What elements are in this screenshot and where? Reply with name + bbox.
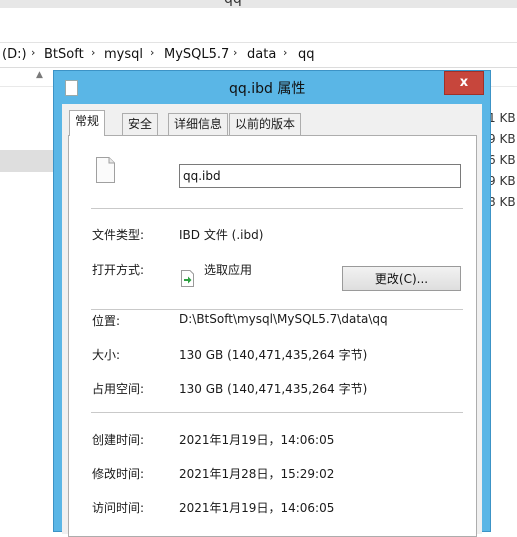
breadcrumb-chevron-icon[interactable]: ›: [31, 46, 35, 59]
file-size-cell: 9 KB: [488, 174, 516, 188]
breadcrumb-data[interactable]: data: [247, 47, 276, 62]
created-label: 创建时间:: [92, 433, 145, 447]
location-label: 位置:: [92, 314, 121, 328]
divider: [91, 412, 463, 413]
file-size-cell: 9 KB: [488, 132, 516, 146]
modified-label: 修改时间:: [92, 467, 145, 481]
close-button[interactable]: x: [444, 71, 484, 95]
file-icon: [96, 157, 115, 183]
file-size-cell: 6 KB: [488, 153, 516, 167]
breadcrumb-mysql57[interactable]: MySQL5.7: [164, 47, 229, 62]
breadcrumb-chevron-icon[interactable]: ›: [150, 46, 154, 59]
size-value: 130 GB (140,471,435,264 字节): [179, 348, 368, 362]
file-size-cell: 1 KB: [488, 111, 516, 125]
accessed-value: 2021年1月19日，14:06:05: [179, 501, 335, 515]
dialog-title: qq.ibd 属性: [229, 81, 306, 97]
open-with-value: 选取应用: [204, 263, 253, 277]
tab-previous-versions[interactable]: 以前的版本: [229, 113, 302, 135]
file-type-label: 文件类型:: [92, 228, 145, 242]
change-button[interactable]: 更改(C)...: [342, 266, 461, 291]
tab-general[interactable]: 常规: [69, 110, 106, 136]
file-size-cell: 8 KB: [488, 195, 516, 209]
document-icon: [65, 80, 78, 96]
breadcrumb-chevron-icon[interactable]: ›: [91, 46, 95, 59]
properties-dialog: qq.ibd 属性 x 常规 安全 详细信息 以前的版本 qq.ibd 文件类型…: [53, 70, 491, 537]
breadcrumb-qq[interactable]: qq: [298, 47, 315, 62]
tab-details[interactable]: 详细信息: [168, 113, 229, 135]
tab-security[interactable]: 安全: [122, 113, 159, 135]
breadcrumb-chevron-icon[interactable]: ›: [233, 46, 237, 59]
general-panel: qq.ibd 文件类型: IBD 文件 (.ibd) 打开方式: 选取应用 更改…: [68, 135, 477, 537]
size-label: 大小:: [92, 348, 121, 362]
explorer-title-bar: qq: [0, 0, 517, 8]
file-type-value: IBD 文件 (.ibd): [179, 228, 264, 242]
breadcrumb-chevron-icon[interactable]: ›: [283, 46, 287, 59]
divider: [91, 208, 463, 209]
file-name-field[interactable]: qq.ibd: [179, 164, 461, 188]
created-value: 2021年1月19日，14:06:05: [179, 433, 335, 447]
breadcrumb-btsoft[interactable]: BtSoft: [44, 47, 84, 62]
app-choose-icon: [181, 270, 194, 287]
modified-value: 2021年1月28日，15:29:02: [179, 467, 335, 481]
size-on-disk-value: 130 GB (140,471,435,264 字节): [179, 382, 368, 396]
explorer-window-title: qq: [224, 0, 242, 7]
breadcrumb-drive[interactable]: (D:): [2, 47, 27, 62]
divider: [91, 309, 463, 310]
breadcrumb-mysql[interactable]: mysql: [104, 47, 143, 62]
accessed-label: 访问时间:: [92, 501, 145, 515]
sort-up-icon[interactable]: ▲: [36, 70, 43, 80]
explorer-ribbon: [0, 8, 517, 43]
location-value: D:\BtSoft\mysql\MySQL5.7\data\qq: [179, 312, 388, 326]
address-bar[interactable]: (D:) › BtSoft › mysql › MySQL5.7 › data …: [0, 43, 517, 68]
selected-row-highlight[interactable]: [0, 150, 56, 172]
size-on-disk-label: 占用空间:: [92, 382, 145, 396]
open-with-label: 打开方式:: [92, 263, 145, 277]
dialog-body: 常规 安全 详细信息 以前的版本 qq.ibd 文件类型: IBD 文件 (.i…: [62, 104, 482, 537]
